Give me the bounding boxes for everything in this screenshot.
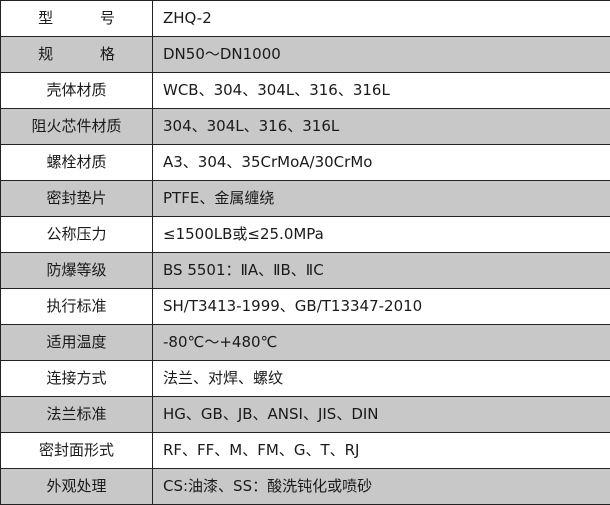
spec-value: A3、304、35CrMoA/30CrMo: [152, 144, 610, 181]
spec-value: HG、GB、JB、ANSI、JIS、DIN: [152, 396, 610, 433]
spec-row-finish: 外观处理 CS:油漆、SS：酸洗钝化或喷砂: [0, 468, 610, 505]
spec-row-bolt-material: 螺栓材质 A3、304、35CrMoA/30CrMo: [0, 144, 610, 181]
spec-row-body-material: 壳体材质 WCB、304、304L、316、316L: [0, 72, 610, 109]
spec-row-pressure: 公称压力 ≤1500LB或≤25.0MPa: [0, 216, 610, 253]
spec-value: SH/T3413-1999、GB/T13347-2010: [152, 288, 610, 325]
spec-value: WCB、304、304L、316、316L: [152, 72, 610, 109]
spec-label: 阻火芯件材质: [0, 108, 153, 145]
spec-value: -80℃～+480℃: [152, 324, 610, 361]
spec-row-gasket: 密封垫片 PTFE、金属缠绕: [0, 180, 610, 217]
spec-label: 螺栓材质: [0, 144, 153, 181]
spec-value: 法兰、对焊、螺纹: [152, 360, 610, 397]
spec-label: 壳体材质: [0, 72, 153, 109]
spec-value: ≤1500LB或≤25.0MPa: [152, 216, 610, 253]
spec-label-text: 型 号: [38, 9, 136, 27]
spec-label: 规 格: [0, 36, 153, 73]
spec-row-explosion-class: 防爆等级 BS 5501：ⅡA、ⅡB、ⅡC: [0, 252, 610, 289]
specification-table: 型 号 ZHQ-2 规 格 DN50～DN1000 壳体材质 WCB、304、3…: [0, 0, 610, 505]
spec-row-model: 型 号 ZHQ-2: [0, 0, 610, 37]
spec-label: 公称压力: [0, 216, 153, 253]
spec-value: CS:油漆、SS：酸洗钝化或喷砂: [152, 468, 610, 505]
spec-label-text: 规 格: [38, 45, 136, 63]
spec-row-core-material: 阻火芯件材质 304、304L、316、316L: [0, 108, 610, 145]
spec-label: 法兰标准: [0, 396, 153, 433]
spec-label: 防爆等级: [0, 252, 153, 289]
spec-value: RF、FF、M、FM、G、T、RJ: [152, 432, 610, 469]
spec-value: 304、304L、316、316L: [152, 108, 610, 145]
spec-label: 连接方式: [0, 360, 153, 397]
spec-label: 密封垫片: [0, 180, 153, 217]
spec-row-flange-standard: 法兰标准 HG、GB、JB、ANSI、JIS、DIN: [0, 396, 610, 433]
spec-label: 外观处理: [0, 468, 153, 505]
spec-row-size: 规 格 DN50～DN1000: [0, 36, 610, 73]
spec-row-standard: 执行标准 SH/T3413-1999、GB/T13347-2010: [0, 288, 610, 325]
spec-label: 适用温度: [0, 324, 153, 361]
spec-row-sealing-face: 密封面形式 RF、FF、M、FM、G、T、RJ: [0, 432, 610, 469]
spec-row-connection: 连接方式 法兰、对焊、螺纹: [0, 360, 610, 397]
spec-label: 密封面形式: [0, 432, 153, 469]
spec-value: BS 5501：ⅡA、ⅡB、ⅡC: [152, 252, 610, 289]
spec-value: ZHQ-2: [152, 0, 610, 37]
spec-label: 执行标准: [0, 288, 153, 325]
spec-value: DN50～DN1000: [152, 36, 610, 73]
spec-label: 型 号: [0, 0, 153, 37]
spec-value: PTFE、金属缠绕: [152, 180, 610, 217]
spec-row-temperature: 适用温度 -80℃～+480℃: [0, 324, 610, 361]
